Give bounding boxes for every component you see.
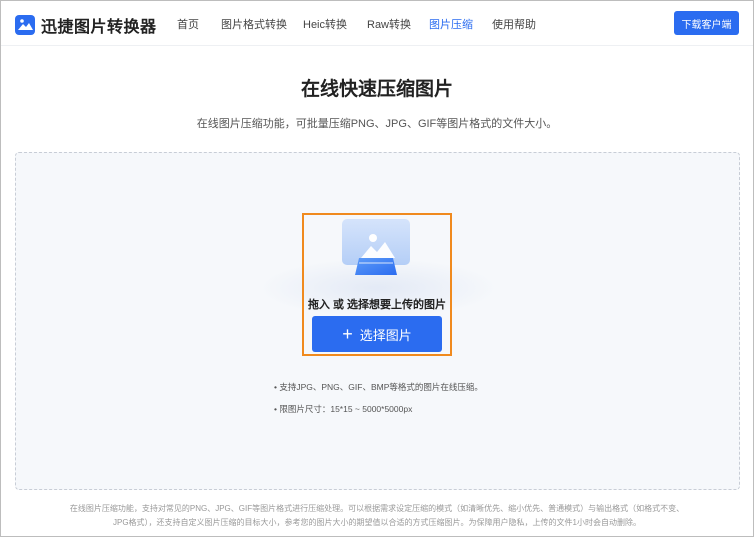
nav-item-raw-convert[interactable]: Raw转换 <box>367 16 411 32</box>
footer-line-1: 在线图片压缩功能，支持对常见的PNG、JPG、GIF等图片格式进行压缩处理。可以… <box>69 504 685 513</box>
nav-item-format-convert[interactable]: 图片格式转换 <box>221 16 287 32</box>
upload-image-icon <box>341 218 413 285</box>
nav-item-heic-convert[interactable]: Heic转换 <box>303 16 347 32</box>
select-image-label: 选择图片 <box>359 327 412 343</box>
hint-size-limit: • 限图片尺寸：15*15 ~ 5000*5000px <box>274 404 413 414</box>
app-name: 迅捷图片转换器 <box>41 19 157 36</box>
footer-description: 在线图片压缩功能，支持对常见的PNG、JPG、GIF等图片格式进行压缩处理。可以… <box>40 502 714 530</box>
top-header: 迅捷图片转换器 首页 图片格式转换 Heic转换 Raw转换 图片压缩 使用帮助… <box>1 1 753 46</box>
nav-item-image-compress[interactable]: 图片压缩 <box>429 16 473 32</box>
footer-line-2: JPG格式），还支持自定义图片压缩的目标大小，参考您的图片大小的期望值以合适的方… <box>112 518 641 527</box>
download-client-button[interactable]: 下载客户端 <box>674 11 739 35</box>
nav-item-home[interactable]: 首页 <box>177 16 199 32</box>
hint-formats: • 支持JPG、PNG、GIF、BMP等格式的图片在线压缩。 <box>274 382 483 392</box>
drop-instruction: 拖入 或 选择想要上传的图片 <box>307 299 447 311</box>
select-image-button[interactable]: + 选择图片 <box>312 316 442 352</box>
page-subtitle: 在线图片压缩功能，可批量压缩PNG、JPG、GIF等图片格式的文件大小。 <box>196 118 558 130</box>
page-title: 在线快速压缩图片 <box>300 79 453 100</box>
logo[interactable]: 迅捷图片转换器 <box>15 13 157 37</box>
image-icon <box>15 15 35 35</box>
upload-hints: • 支持JPG、PNG、GIF、BMP等格式的图片在线压缩。 • 限图片尺寸：1… <box>274 381 483 425</box>
nav-item-help[interactable]: 使用帮助 <box>492 16 536 32</box>
plus-icon: + <box>342 324 353 344</box>
